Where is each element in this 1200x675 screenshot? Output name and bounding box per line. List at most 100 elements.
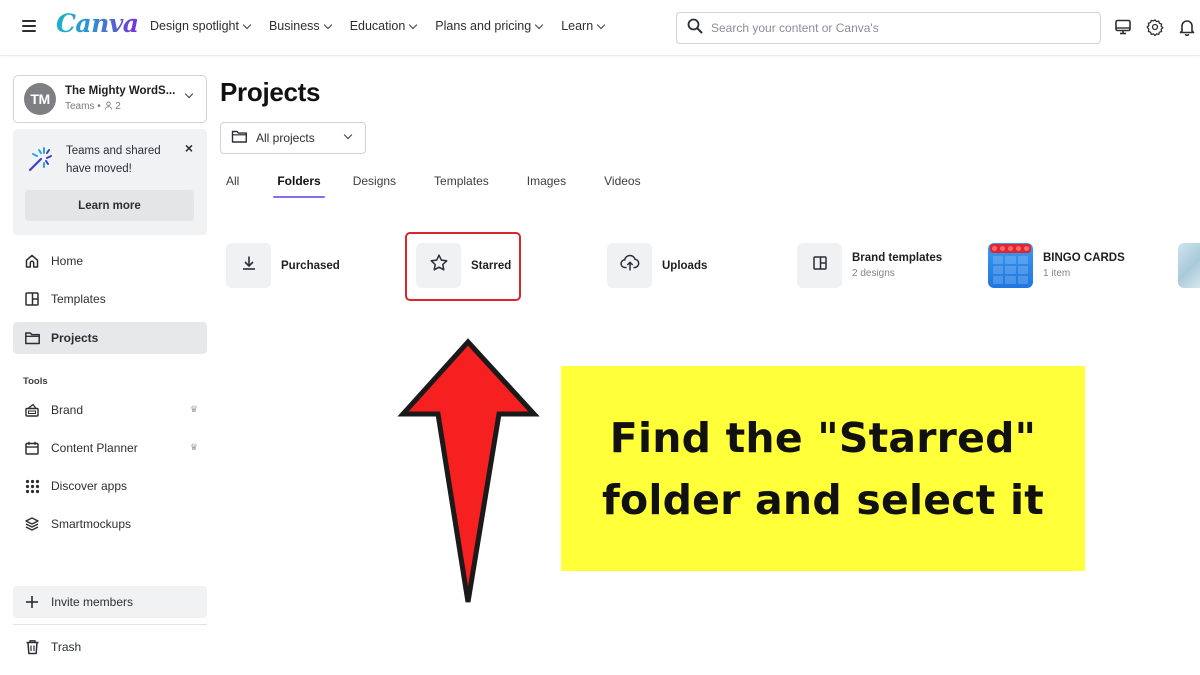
- folder-starred[interactable]: Starred: [416, 243, 511, 288]
- chevron-down-icon: [242, 20, 252, 29]
- tab-folders[interactable]: Folders: [273, 174, 326, 198]
- nav-education[interactable]: Education: [349, 19, 418, 33]
- premium-crown-icon: ♛: [189, 404, 198, 414]
- divider: [13, 624, 207, 625]
- sidebar-item-trash[interactable]: Trash: [13, 631, 207, 663]
- folder-bingo-cards[interactable]: BINGO CARDS 1 item: [988, 243, 1125, 288]
- nav-label: Business: [268, 19, 320, 33]
- sidebar-item-content-planner[interactable]: Content Planner ♛: [13, 432, 207, 464]
- top-bar: Canva Design spotlight Business Educatio…: [0, 0, 1200, 56]
- sidebar-item-templates[interactable]: Templates: [13, 283, 207, 315]
- top-icons: [1113, 17, 1197, 37]
- sidebar-item-discover-apps[interactable]: Discover apps: [13, 470, 207, 502]
- sidebar-item-home[interactable]: Home: [13, 245, 207, 277]
- team-name: The Mighty WordS...: [65, 85, 176, 98]
- promo-banner: Teams and shared have moved! × Learn mor…: [13, 129, 207, 235]
- nav-label: Plans and pricing: [435, 19, 532, 33]
- gear-icon[interactable]: [1145, 17, 1165, 37]
- nav-learn[interactable]: Learn: [561, 19, 606, 33]
- close-icon[interactable]: ×: [185, 141, 193, 155]
- people-icon: [104, 101, 112, 110]
- folder-thumbnail: [226, 243, 271, 288]
- top-nav: Design spotlight Business Education Plan…: [150, 19, 623, 33]
- folder-thumbnail: [416, 243, 461, 288]
- nav-design-spotlight[interactable]: Design spotlight: [150, 19, 252, 33]
- download-icon: [240, 254, 258, 277]
- sidebar-item-smartmockups[interactable]: Smartmockups: [13, 508, 207, 540]
- callout-line-2: folder and select it: [601, 475, 1045, 524]
- tab-images[interactable]: Images: [527, 174, 566, 198]
- menu-icon[interactable]: [22, 20, 36, 34]
- sidebar-item-label: Home: [51, 254, 84, 268]
- folder-partial-thumbnail[interactable]: [1178, 243, 1200, 288]
- folder-thumbnail: [797, 243, 842, 288]
- avatar: TM: [24, 83, 56, 115]
- nav-business[interactable]: Business: [268, 19, 332, 33]
- search-box[interactable]: [676, 12, 1101, 44]
- nav-label: Education: [349, 19, 406, 33]
- tools-section-label: Tools: [23, 376, 48, 387]
- tab-designs[interactable]: Designs: [353, 174, 396, 198]
- magic-wand-icon: [27, 145, 55, 178]
- team-member-count: 2: [115, 101, 121, 112]
- sidebar-item-label: Projects: [51, 331, 99, 345]
- chevron-down-icon: [323, 20, 332, 29]
- folder-name: Uploads: [662, 259, 708, 272]
- folder-name: Brand templates: [852, 251, 943, 264]
- callout-line-1: Find the "Starred": [609, 413, 1037, 462]
- chevron-down-icon: [534, 20, 544, 29]
- plus-icon: [22, 592, 42, 612]
- sidebar-item-brand[interactable]: Brand ♛: [13, 394, 207, 426]
- sidebar-item-label: Discover apps: [51, 479, 128, 493]
- sidebar-item-label: Trash: [51, 640, 82, 654]
- search-icon: [687, 18, 703, 39]
- sidebar: TM The Mighty WordS... Teams • 2 Teams a…: [0, 57, 218, 675]
- bell-icon[interactable]: [1177, 17, 1197, 37]
- invite-members-button[interactable]: Invite members: [13, 586, 207, 618]
- home-icon: [22, 251, 42, 271]
- tab-templates[interactable]: Templates: [434, 174, 489, 198]
- star-icon: [429, 253, 449, 278]
- folder-brand-templates[interactable]: Brand templates 2 designs: [797, 243, 942, 288]
- team-type: Teams: [65, 101, 95, 112]
- folder-item-count: 1 item: [1043, 267, 1071, 279]
- cloud-upload-icon: [619, 254, 640, 277]
- instruction-callout: Find the "Starred" folder and select it: [561, 366, 1085, 571]
- brand-kit-icon: [22, 400, 42, 420]
- chevron-down-icon: [184, 89, 194, 99]
- team-switcher[interactable]: TM The Mighty WordS... Teams • 2: [13, 75, 207, 123]
- folder-thumbnail: [607, 243, 652, 288]
- templates-icon: [812, 255, 828, 276]
- folder-item-count: 2 designs: [852, 267, 895, 279]
- bingo-thumbnail: [988, 243, 1033, 288]
- invite-members-label: Invite members: [51, 595, 134, 609]
- search-input[interactable]: [711, 21, 1071, 35]
- nav-label: Learn: [561, 19, 594, 33]
- folder-icon: [22, 328, 42, 348]
- team-info: The Mighty WordS... Teams • 2: [65, 84, 175, 113]
- folder-uploads[interactable]: Uploads: [607, 243, 707, 288]
- chevron-down-icon: [596, 20, 606, 29]
- callout-text: Find the "Starred" folder and select it: [602, 407, 1044, 531]
- chevron-down-icon: [409, 20, 418, 29]
- templates-icon: [22, 289, 42, 309]
- tab-videos[interactable]: Videos: [604, 174, 640, 198]
- red-arrow-annotation: [397, 338, 540, 603]
- team-meta: Teams • 2: [65, 101, 121, 112]
- content-tabs: All Folders Designs Templates Images Vid…: [226, 174, 641, 198]
- chevron-down-icon: [343, 130, 353, 140]
- nav-label: Design spotlight: [150, 19, 239, 33]
- project-filter-dropdown[interactable]: All projects: [220, 122, 366, 154]
- apps-grid-icon: [22, 476, 42, 496]
- sidebar-item-projects[interactable]: Projects: [13, 322, 207, 354]
- learn-more-button[interactable]: Learn more: [25, 190, 194, 221]
- desktop-icon[interactable]: [1113, 17, 1133, 37]
- tab-all[interactable]: All: [226, 174, 239, 198]
- folder-purchased[interactable]: Purchased: [226, 243, 340, 288]
- premium-crown-icon: ♛: [189, 442, 198, 452]
- nav-plans-and-pricing[interactable]: Plans and pricing: [435, 19, 544, 33]
- page-title: Projects: [220, 77, 321, 107]
- canva-logo[interactable]: Canva: [56, 9, 139, 38]
- trash-icon: [22, 637, 42, 657]
- sidebar-item-label: Templates: [51, 292, 106, 306]
